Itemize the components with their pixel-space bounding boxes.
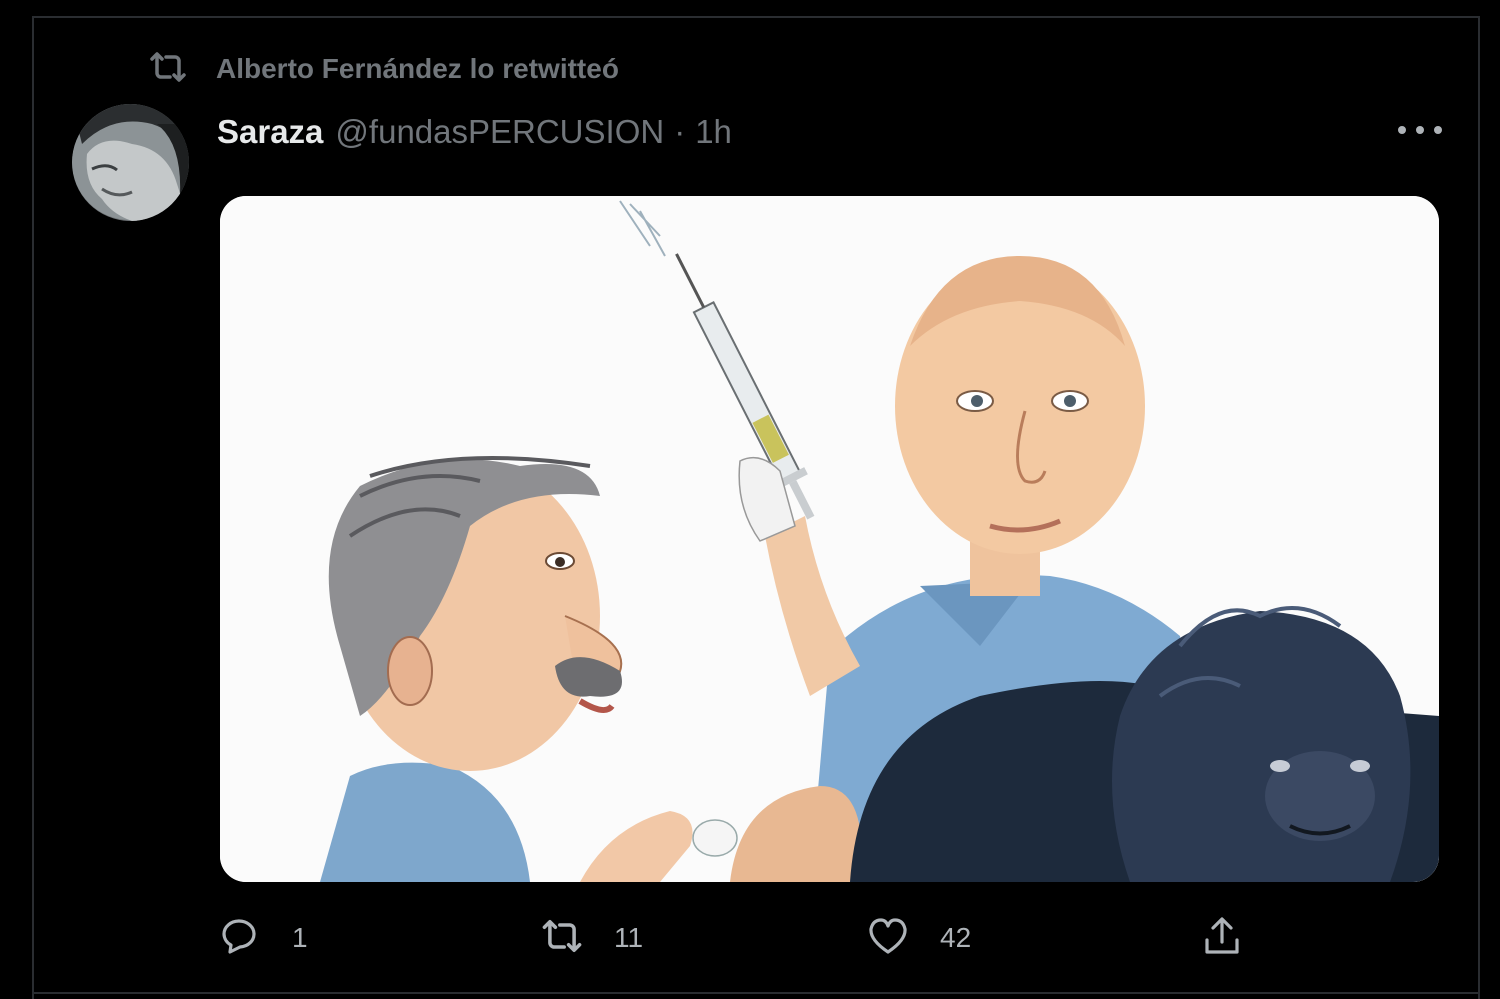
- retweet-context[interactable]: Alberto Fernández lo retwitteó: [148, 50, 619, 88]
- retweet-icon: [540, 914, 584, 963]
- reply-action[interactable]: 1: [218, 912, 308, 964]
- author-name[interactable]: Saraza: [217, 113, 323, 151]
- like-action[interactable]: 42: [866, 912, 971, 964]
- timestamp[interactable]: 1h: [695, 113, 732, 151]
- retweet-icon: [148, 47, 188, 92]
- tweet-media-image[interactable]: [220, 196, 1439, 882]
- retweet-context-text: Alberto Fernández lo retwitteó: [216, 53, 619, 84]
- author-handle[interactable]: @fundasPERCUSION: [335, 113, 664, 151]
- heart-icon: [866, 914, 910, 963]
- tweet-header: Saraza @fundasPERCUSION · 1h: [217, 110, 732, 154]
- share-icon: [1200, 914, 1244, 963]
- reply-icon: [218, 914, 262, 963]
- retweet-action[interactable]: 11: [540, 912, 643, 964]
- more-icon[interactable]: [1398, 118, 1442, 142]
- reply-count: 1: [292, 922, 308, 953]
- avatar[interactable]: [72, 104, 189, 221]
- share-action[interactable]: [1200, 912, 1244, 964]
- divider: [32, 992, 1480, 994]
- retweet-count: 11: [614, 922, 644, 953]
- like-count: 42: [940, 922, 972, 953]
- separator-dot: ·: [674, 113, 686, 150]
